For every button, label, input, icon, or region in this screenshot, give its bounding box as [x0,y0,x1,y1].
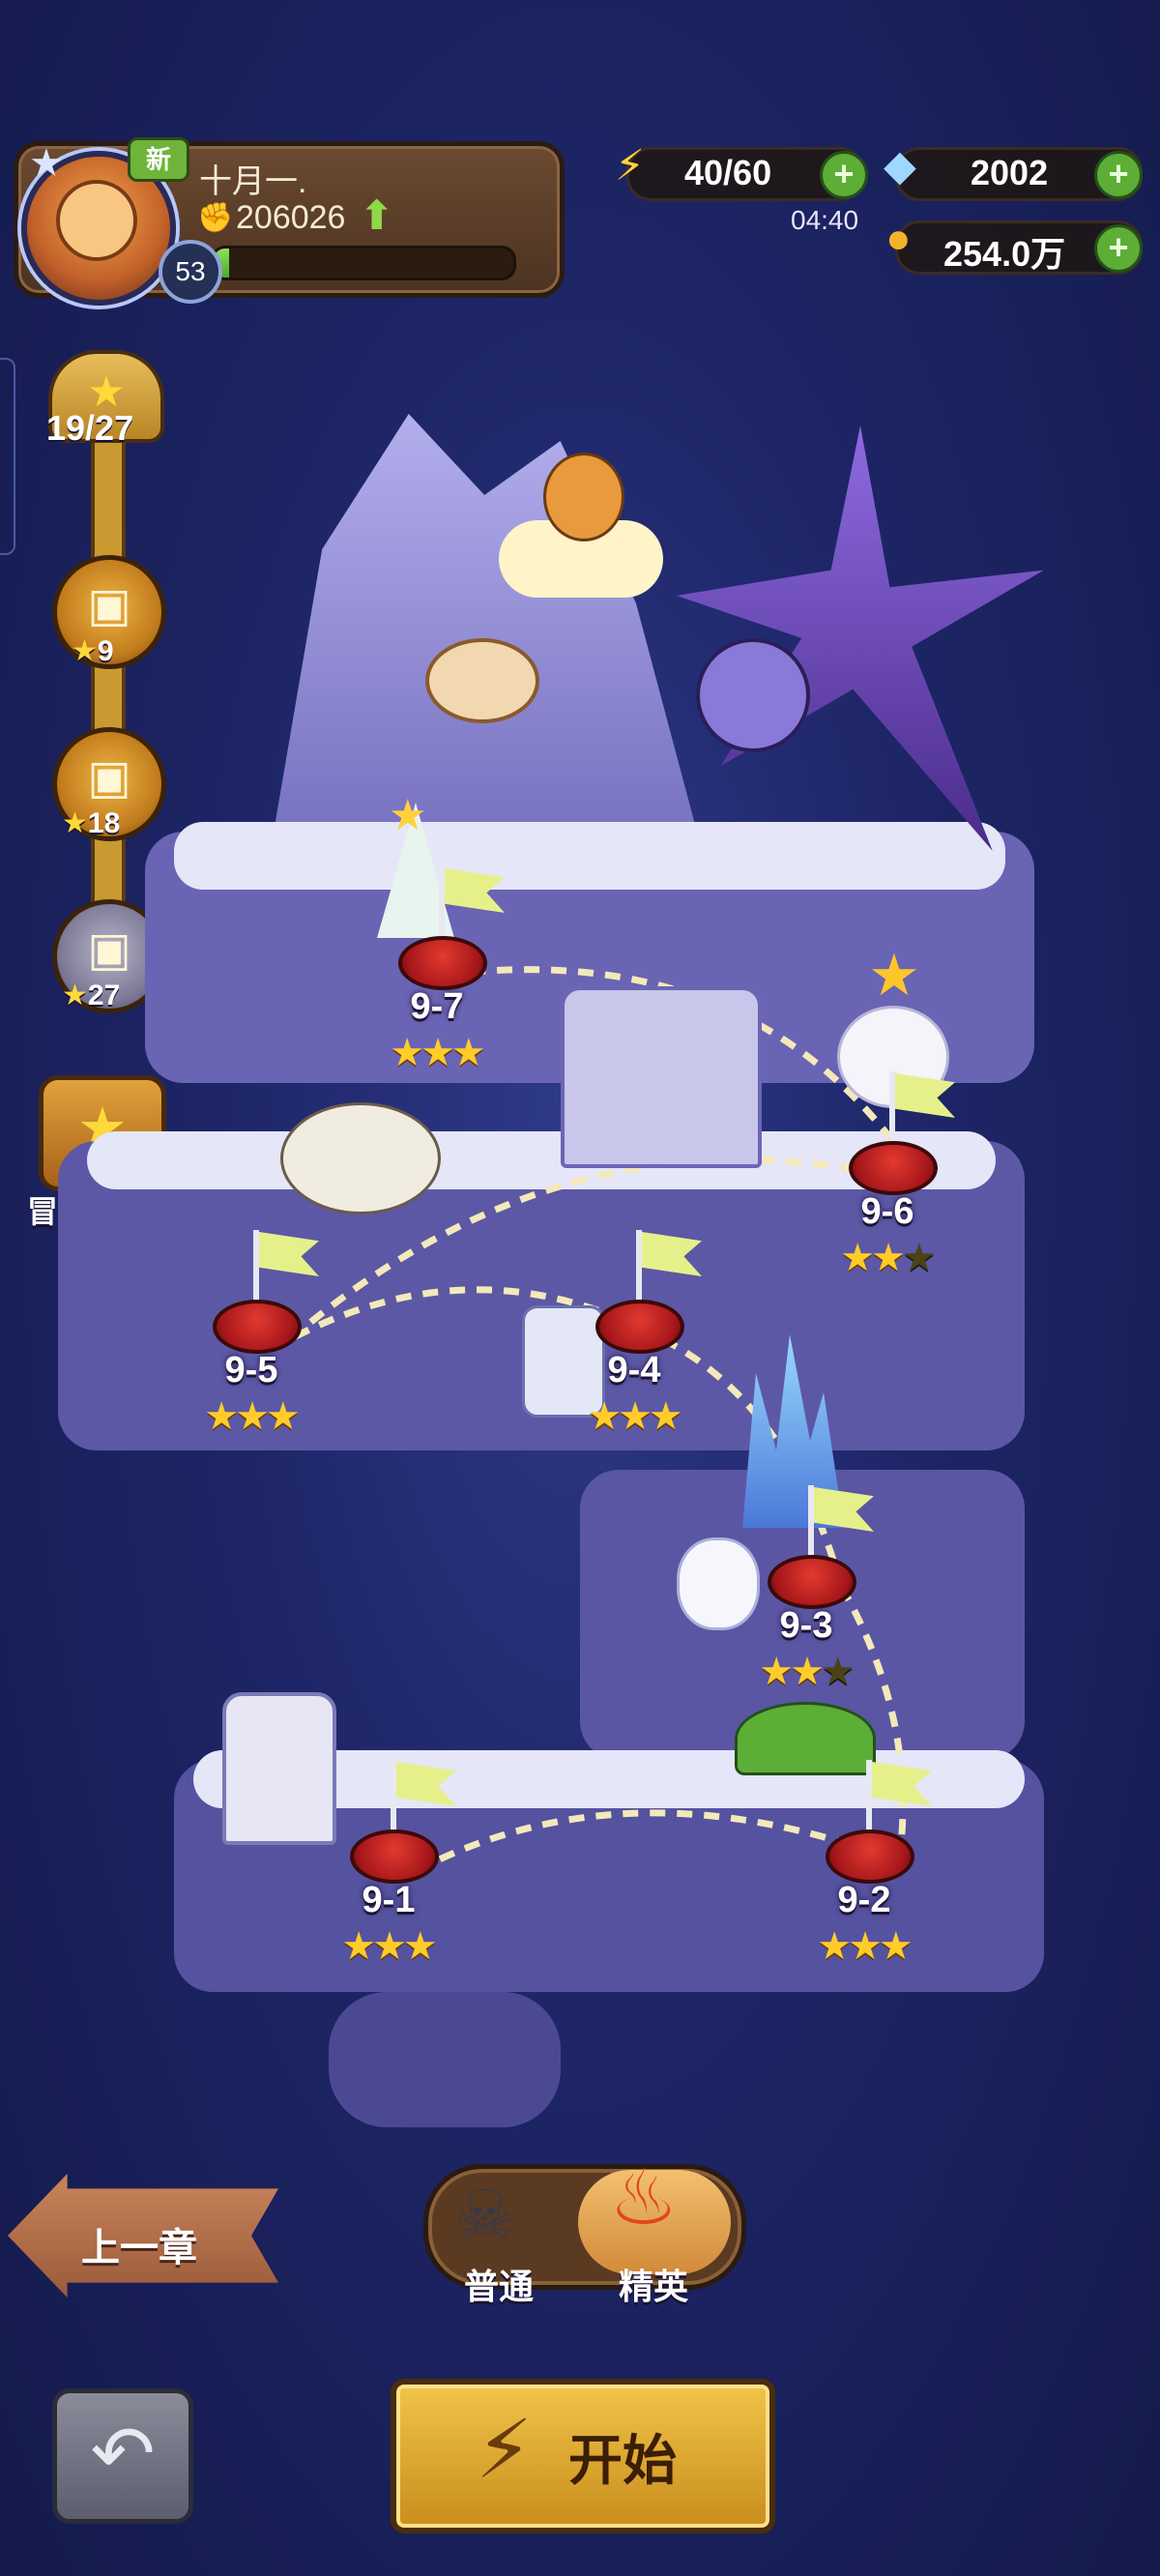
stage-label[interactable]: 9-7 [379,986,495,1028]
flame-demon-icon[interactable]: ♨ [609,2152,679,2242]
star-earned-icon: ★ [372,1925,407,1968]
star-earned-icon: ★ [648,1395,683,1438]
star-earned-icon: ★ [587,1395,622,1438]
start-button-label: 开始 [568,2430,677,2491]
star-earned-icon: ★ [235,1395,270,1438]
star-earned-icon: ★ [420,1032,455,1074]
star-earned-icon: ★ [848,1925,883,1968]
skull-icon[interactable]: ☠ [454,2176,515,2255]
stage-node-9-5[interactable] [213,1300,302,1354]
lightning-icon: ⚡ [476,2404,533,2495]
star-earned-icon: ★ [390,1032,424,1074]
star-earned-icon: ★ [817,1925,852,1968]
mode-normal-label[interactable]: 普通 [464,2259,534,2309]
stage-node-9-1[interactable] [350,1830,439,1884]
stage-stars: ★★★ [570,1394,696,1439]
star-earned-icon: ★ [790,1651,825,1693]
star-empty-icon: ★ [820,1651,856,1693]
tree-star-icon: ★ [389,792,427,839]
stage-stars: ★★★ [325,1924,450,1969]
egg-nest [425,638,539,723]
previous-chapter-label: 上一章 [81,2227,197,2269]
star-earned-icon: ★ [871,1237,906,1279]
stage-node-9-6[interactable] [849,1141,938,1195]
star-earned-icon: ★ [618,1395,652,1438]
back-button[interactable]: ↶ [52,2388,193,2524]
stage-stars: ★★★ [188,1394,313,1439]
stage-label[interactable]: 9-3 [748,1605,864,1647]
horned-reindeer [280,1102,441,1215]
star-earned-icon: ★ [265,1395,301,1438]
star-earned-icon: ★ [759,1651,794,1693]
stage-label[interactable]: 9-6 [829,1191,945,1233]
stage-stars: ★★★ [800,1924,926,1969]
stage-label[interactable]: 9-1 [331,1880,447,1921]
stage-node-9-3[interactable] [768,1555,856,1609]
ghost-moon-creature [696,638,810,752]
stage-node-9-7[interactable] [398,936,487,990]
stage-label[interactable]: 9-2 [806,1880,922,1921]
stage-node-9-2[interactable] [826,1830,914,1884]
star-earned-icon: ★ [878,1925,914,1968]
star-empty-icon: ★ [901,1237,937,1279]
star-icon-cat: ★ [868,943,920,1008]
monkey-on-cloud[interactable] [489,453,673,607]
star-earned-icon: ★ [840,1237,875,1279]
stage-stars: ★★★ [742,1650,868,1694]
stage-stars: ★★★ [373,1031,499,1075]
star-earned-icon: ★ [450,1032,486,1074]
stage-node-9-4[interactable] [595,1300,684,1354]
star-earned-icon: ★ [204,1395,239,1438]
snow-tower [222,1692,336,1845]
stage-stars: ★★★ [824,1236,949,1280]
star-earned-icon: ★ [341,1925,376,1968]
snow-castle [561,986,762,1168]
mode-elite-label[interactable]: 精英 [619,2259,688,2309]
return-arrow-icon: ↶ [90,2411,156,2497]
star-earned-icon: ★ [402,1925,438,1968]
stage-label[interactable]: 9-4 [576,1350,692,1391]
sprout-plant [735,1702,876,1775]
stage-label[interactable]: 9-5 [193,1350,309,1391]
